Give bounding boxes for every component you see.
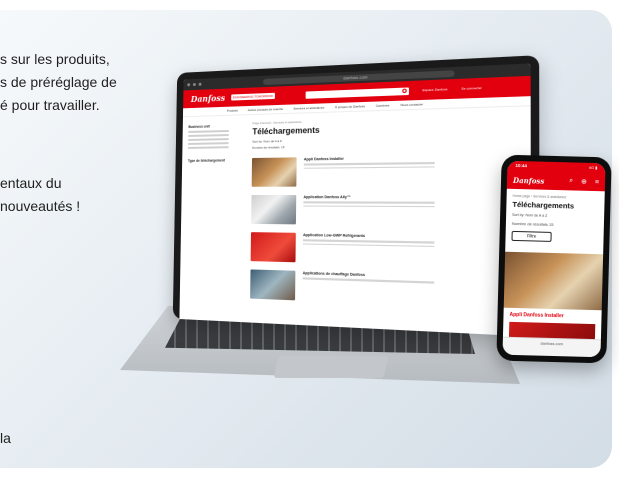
search-input[interactable] — [305, 86, 409, 99]
filter-option[interactable] — [188, 129, 229, 133]
phone-screen: 10:44 4G ▮ Danfoss ⌕ ⊕ ≡ Home page › Ser… — [502, 160, 606, 358]
signal-icon: 4G ▮ — [588, 164, 598, 171]
body-text-line-2: s de préréglage de — [0, 74, 117, 90]
page-content: Business unit Type de téléchargement Pag… — [180, 106, 531, 314]
result-item[interactable]: Application Low-GWP Refrigerants — [250, 232, 524, 268]
filter-title-business-unit[interactable]: Business unit — [188, 123, 242, 129]
results-main: Page d'accueil › Services et assistance … — [250, 111, 523, 310]
search-icon[interactable]: ⌕ — [569, 177, 573, 185]
body-text-line-6: la — [0, 430, 11, 446]
logo-tagline: ENGINEERING TOMORROW — [230, 92, 275, 101]
result-description — [303, 161, 435, 166]
breadcrumb[interactable]: Home page › Services & assistance — [513, 194, 599, 200]
result-title[interactable]: Appli Danfoss Installer — [304, 155, 435, 162]
address-bar[interactable]: danfoss.com — [540, 341, 563, 347]
filter-option[interactable] — [188, 138, 229, 141]
status-time: 10:44 — [515, 162, 528, 169]
body-text-line-5: nouveautés ! — [0, 198, 81, 214]
result-thumbnail[interactable] — [251, 157, 297, 187]
page-title: Téléchargements — [512, 199, 575, 211]
globe-icon[interactable]: ⊕ — [581, 178, 587, 186]
result-text: Application Low-GWP Refrigerants — [302, 233, 435, 266]
sort-select[interactable]: Sort by: Nom de A à Z — [512, 213, 598, 219]
result-description — [302, 243, 435, 248]
body-text-line-4: entaux du — [0, 175, 62, 191]
header-link-espace[interactable]: Espace Danfoss — [422, 87, 447, 92]
results-count: Nombre de résultats 15 — [511, 220, 554, 227]
result-thumbnail[interactable] — [251, 195, 297, 225]
result-title[interactable]: Application Danfoss Ally™ — [303, 195, 434, 199]
body-text-line-1: s sur les produits, — [0, 51, 110, 67]
result-thumbnail[interactable] — [250, 232, 296, 263]
header-link-login[interactable]: Se connecter — [461, 86, 482, 91]
browser-window: danfoss.com Danfoss ENGINEERING TOMORROW… — [179, 63, 532, 337]
search-icon[interactable] — [402, 88, 407, 93]
result-description — [303, 165, 435, 169]
result-item[interactable]: Application Danfoss Ally™ — [251, 195, 523, 227]
filter-option[interactable] — [188, 146, 229, 149]
result-thumbnail[interactable] — [250, 269, 296, 301]
result-thumbnail[interactable] — [503, 251, 604, 311]
window-minimize-dot[interactable] — [192, 82, 196, 87]
smartphone: 10:44 4G ▮ Danfoss ⌕ ⊕ ≡ Home page › Ser… — [496, 154, 612, 364]
nav-item-contact[interactable]: Nous contacter — [400, 102, 423, 107]
danfoss-logo[interactable]: Danfoss — [513, 175, 561, 185]
body-text-line-3: é pour travailler. — [0, 97, 100, 113]
phone-browser-bar: danfoss.com — [502, 336, 601, 358]
filter-option[interactable] — [188, 142, 229, 145]
danfoss-logo[interactable]: Danfoss — [191, 93, 225, 104]
window-close-dot[interactable] — [187, 83, 191, 87]
result-text: Appli Danfoss Installer — [303, 155, 435, 186]
result-text: Applications de chauffage Danfoss — [302, 271, 435, 306]
window-maximize-dot[interactable] — [198, 82, 202, 86]
result-description — [303, 201, 435, 204]
result-item[interactable]: Appli Danfoss Installer — [251, 154, 524, 187]
result-description — [303, 205, 435, 208]
result-title[interactable]: Application Low-GWP Refrigerants — [303, 233, 434, 239]
filter-title-type[interactable]: Type de téléchargement — [188, 158, 242, 163]
filter-button[interactable]: Filtre — [511, 230, 552, 242]
result-text: Application Danfoss Ally™ — [303, 195, 435, 226]
phone-page-body: Home page › Services & assistance Téléch… — [505, 189, 604, 249]
nav-item-services[interactable]: Services et assistance — [293, 105, 324, 110]
laptop-screen: danfoss.com Danfoss ENGINEERING TOMORROW… — [172, 55, 540, 338]
nav-item-carrieres[interactable]: Carrières — [376, 103, 390, 108]
laptop-trackpad — [273, 356, 389, 378]
nav-item-apropos[interactable]: À propos de Danfoss — [335, 104, 365, 109]
filter-option[interactable] — [188, 134, 229, 137]
result-item[interactable]: Applications de chauffage Danfoss — [250, 269, 523, 309]
menu-icon[interactable]: ≡ — [595, 179, 599, 186]
nav-item-produits[interactable]: Produits — [227, 108, 238, 112]
filter-sidebar: Business unit Type de téléchargement — [186, 119, 243, 298]
nav-item-autres[interactable]: Autres produits de marché — [248, 107, 283, 112]
